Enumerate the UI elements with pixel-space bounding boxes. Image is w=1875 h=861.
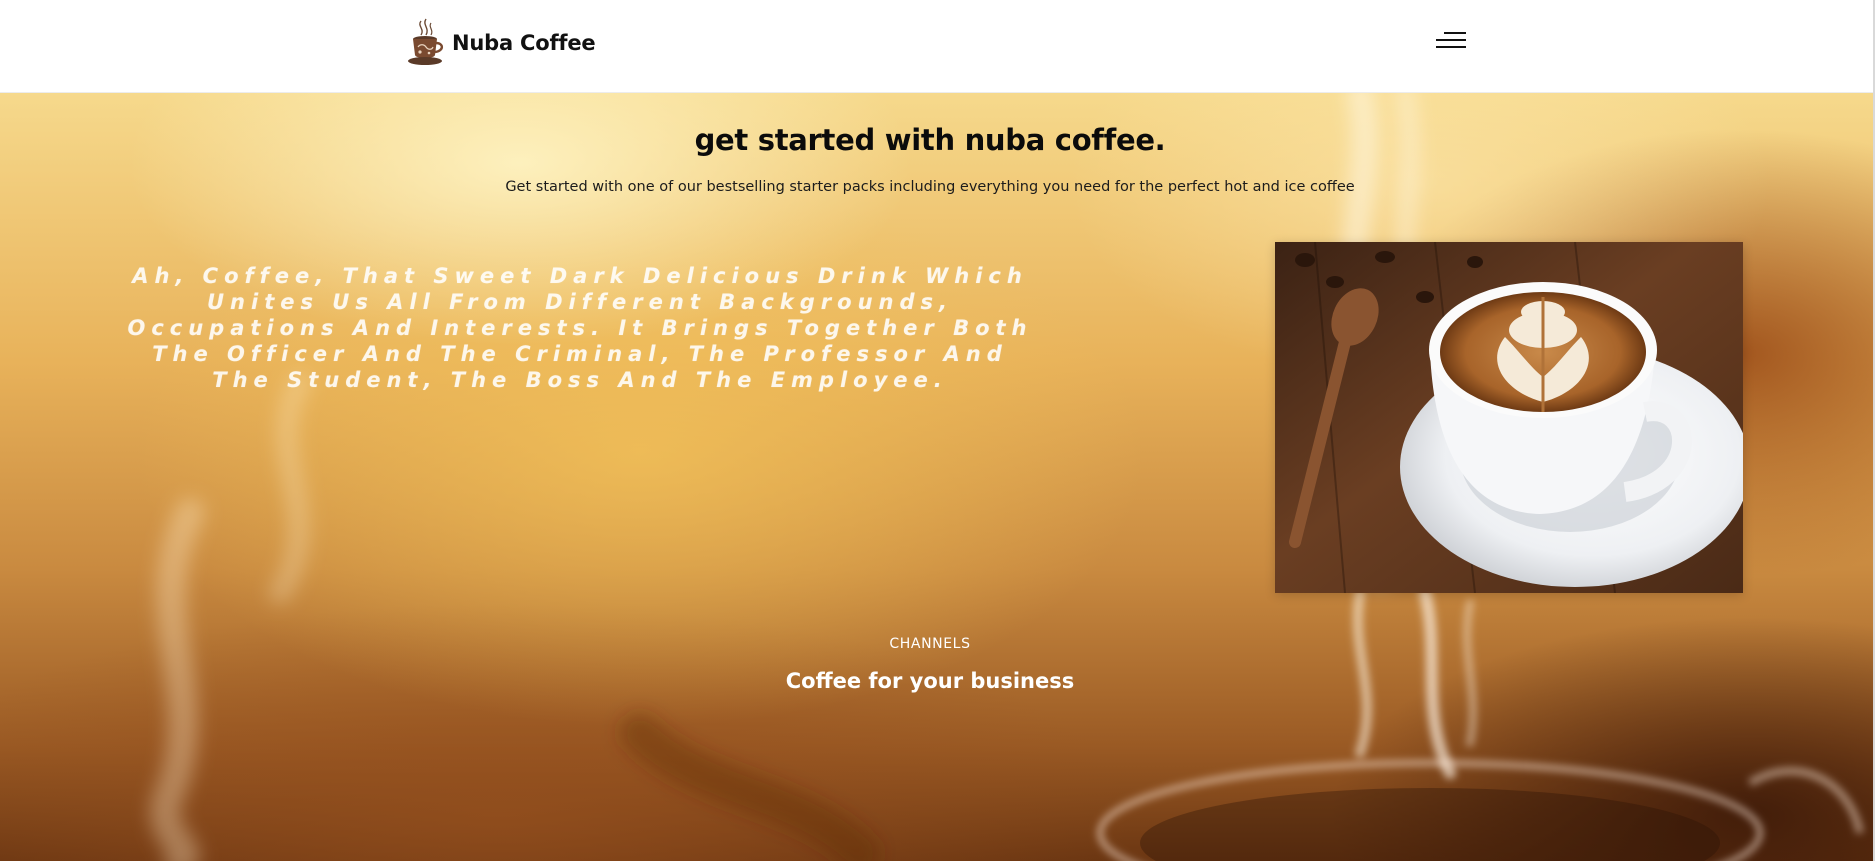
latte-art-coffee-cup-photo	[1275, 242, 1743, 593]
hero-subtitle: Get started with one of our bestselling …	[505, 179, 1355, 195]
channels-title: Coffee for your business	[785, 669, 1075, 693]
brand-link[interactable]: Nuba Coffee	[404, 16, 596, 70]
hamburger-menu-icon[interactable]	[1432, 26, 1468, 54]
coffee-cup-logo-icon	[408, 18, 444, 65]
brand-name: Nuba Coffee	[452, 31, 596, 55]
site-header: Nuba Coffee	[0, 0, 1873, 93]
channels-label: CHANNELS	[889, 636, 971, 652]
hero-section: get started with nuba coffee. Get starte…	[0, 93, 1873, 861]
coffee-quote: Ah, Coffee, That Sweet Dark Delicious Dr…	[127, 264, 1033, 392]
hero-title: get started with nuba coffee.	[694, 123, 1166, 157]
